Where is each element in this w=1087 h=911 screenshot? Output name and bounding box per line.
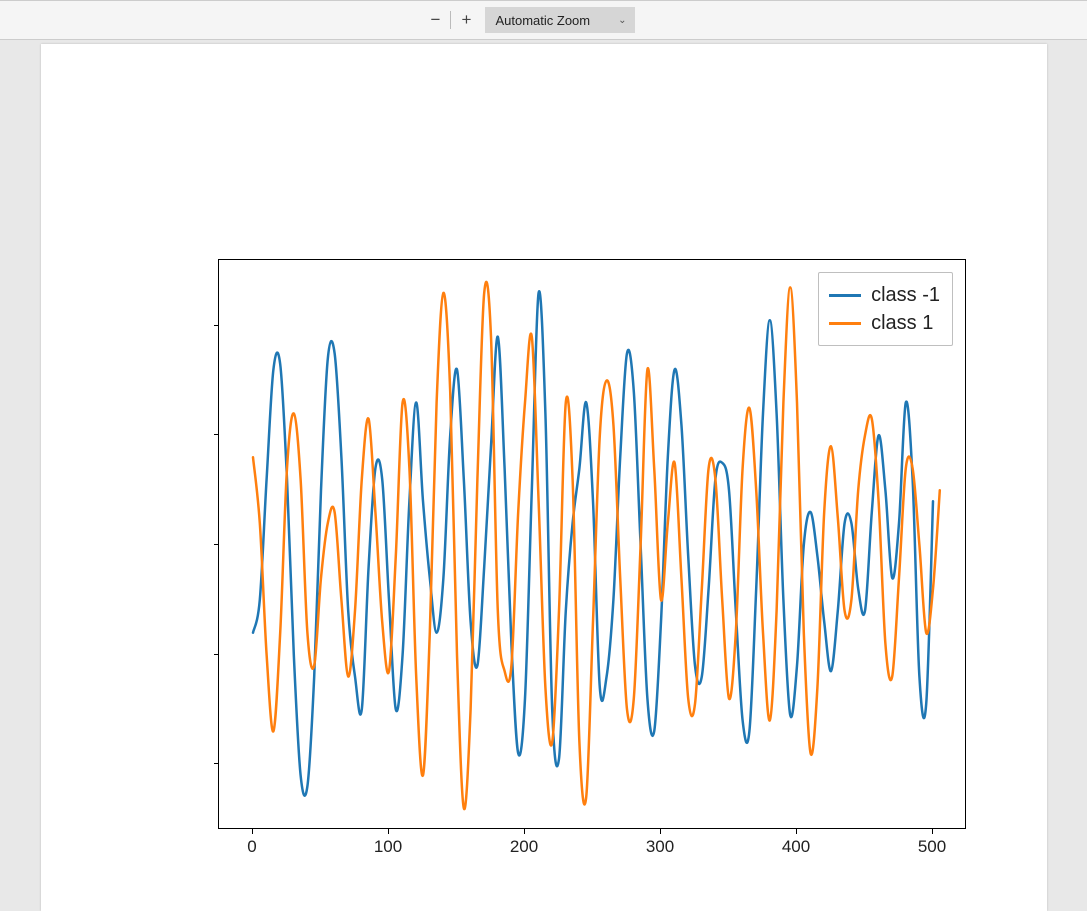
legend-swatch: [829, 294, 861, 297]
line-chart: −2−1012 0100200300400500 class -1 class …: [176, 259, 966, 869]
zoom-mode-label: Automatic Zoom: [495, 13, 590, 28]
document-page: −2−1012 0100200300400500 class -1 class …: [41, 44, 1047, 911]
zoom-mode-select[interactable]: Automatic Zoom ⌄: [485, 7, 634, 33]
pdf-toolbar: − + Automatic Zoom ⌄: [0, 0, 1087, 40]
x-tick-label: 500: [918, 837, 946, 857]
x-tick-label: 200: [510, 837, 538, 857]
legend-label: class 1: [871, 312, 933, 335]
zoom-out-button[interactable]: −: [422, 7, 448, 33]
zoom-controls: − + Automatic Zoom ⌄: [422, 7, 634, 33]
zoom-in-button[interactable]: +: [453, 7, 479, 33]
plot-area: class -1 class 1: [218, 259, 966, 829]
legend-label: class -1: [871, 284, 940, 307]
x-tick-label: 100: [374, 837, 402, 857]
series-line-1: [253, 282, 940, 809]
chevron-down-icon: ⌄: [618, 15, 626, 26]
chart-legend: class -1 class 1: [818, 272, 953, 346]
x-tick-label: 300: [646, 837, 674, 857]
legend-entry-class-minus-1: class -1: [829, 281, 940, 309]
legend-swatch: [829, 322, 861, 325]
x-tick-label: 0: [247, 837, 256, 857]
x-tick-label: 400: [782, 837, 810, 857]
legend-entry-class-1: class 1: [829, 309, 940, 337]
series-line-0: [253, 291, 933, 795]
toolbar-separator: [450, 11, 451, 29]
